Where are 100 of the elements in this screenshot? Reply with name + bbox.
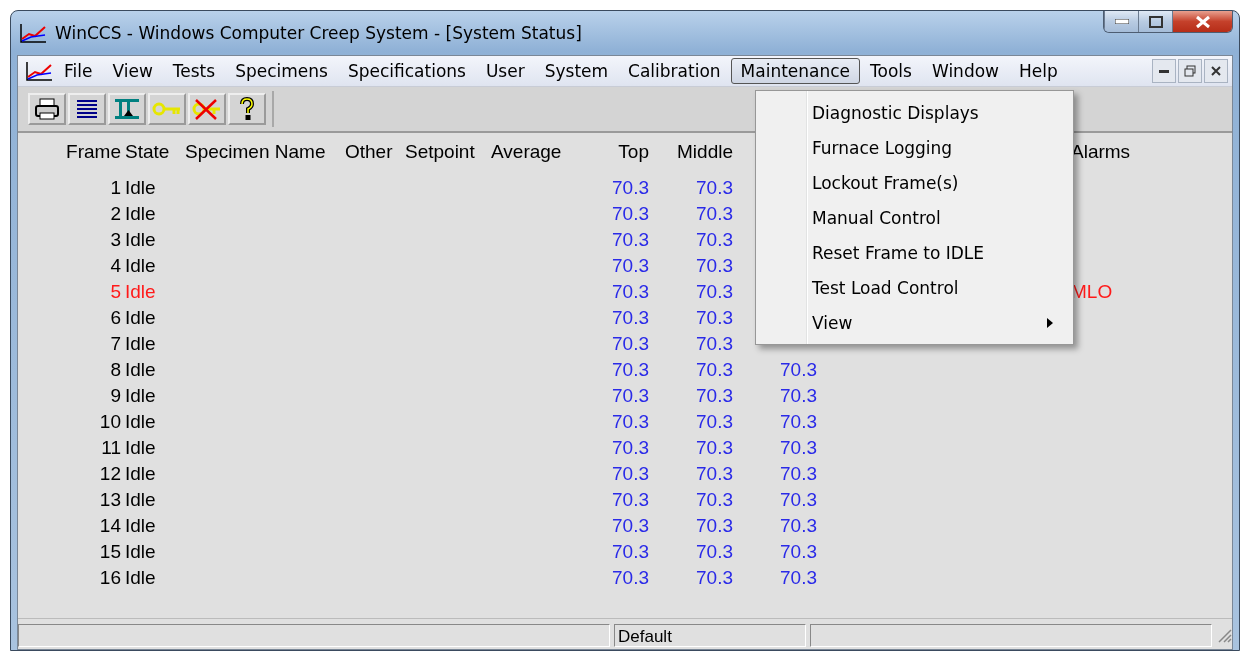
table-cell-text: 70.3 xyxy=(695,333,734,355)
table-cell-text: 70.3 xyxy=(611,385,650,407)
table-cell-text: Idle xyxy=(125,385,157,407)
table-cell-text: 70.3 xyxy=(611,255,650,277)
resize-grip-icon xyxy=(1216,627,1232,643)
table-cell-text: 70.3 xyxy=(611,203,650,225)
maximize-button[interactable] xyxy=(1138,11,1172,32)
table-cell-text: 70.3 xyxy=(695,463,734,485)
table-cell-text: 70.3 xyxy=(695,541,734,563)
table-cell-text: 70.3 xyxy=(611,281,650,303)
table-cell-text: 12 xyxy=(98,463,122,485)
menu-item[interactable]: Specifications xyxy=(337,58,476,84)
menu-item[interactable]: Calibration xyxy=(618,58,731,84)
table-cell-text: 70.3 xyxy=(611,515,650,537)
table-cell-text: Idle xyxy=(125,229,157,251)
table-cell-text: Idle xyxy=(125,411,157,433)
column-header: Average xyxy=(491,141,563,163)
test-frame-icon xyxy=(114,98,140,120)
close-icon xyxy=(1194,14,1211,29)
table-cell-text: Idle xyxy=(125,307,157,329)
printer-icon xyxy=(34,98,60,120)
menu-item[interactable]: Diagnostic Displays xyxy=(758,95,1071,130)
table-cell-text: Idle xyxy=(125,203,157,225)
table-cell-text: Idle xyxy=(125,255,157,277)
table-cell-text: 70.3 xyxy=(611,333,650,355)
menu-item[interactable]: Maintenance xyxy=(730,58,861,84)
key-icon xyxy=(152,100,182,118)
menu-item[interactable]: File xyxy=(54,58,103,84)
toolbar-button[interactable] xyxy=(228,93,266,125)
menu-item[interactable]: Help xyxy=(1009,58,1068,84)
table-cell-text: Idle xyxy=(125,437,157,459)
menu-item[interactable]: View xyxy=(758,305,1071,340)
table-cell-text: 70.3 xyxy=(611,411,650,433)
table-cell-text: 6 xyxy=(109,307,122,329)
table-cell-text: 11 xyxy=(100,437,122,459)
menu-item[interactable]: Window xyxy=(921,58,1009,84)
table-cell-text: 70.3 xyxy=(611,567,650,589)
table-cell-text: 70.3 xyxy=(779,489,818,511)
table-cell-text: 70.3 xyxy=(611,229,650,251)
status-panel: Default xyxy=(614,623,806,647)
menu-item[interactable]: Reset Frame to IDLE xyxy=(758,235,1071,270)
table-cell-text: Idle xyxy=(125,489,157,511)
table-cell-text: Idle xyxy=(125,463,157,485)
menu-item[interactable]: Specimens xyxy=(225,58,338,84)
maximize-icon xyxy=(1148,15,1163,28)
table-cell-text: 70.3 xyxy=(695,229,734,251)
menu-item[interactable]: Tools xyxy=(860,58,922,84)
table-cell-text: 70.3 xyxy=(695,281,734,303)
table-cell-text: 14 xyxy=(98,515,122,537)
table-cell-text: 70.3 xyxy=(779,437,818,459)
table-cell-text: 7 xyxy=(109,333,122,355)
menu-item[interactable]: System xyxy=(534,58,619,84)
chart-icon xyxy=(24,61,54,81)
column-header: Top xyxy=(617,141,650,163)
help-icon xyxy=(239,97,255,121)
menu-item[interactable]: Furnace Logging xyxy=(758,130,1071,165)
table-cell-text: 70.3 xyxy=(611,359,650,381)
table-cell-text: 5 xyxy=(109,281,122,303)
menu-item[interactable]: View xyxy=(102,58,163,84)
table-cell-text: 70.3 xyxy=(695,437,734,459)
table-cell-text: 70.3 xyxy=(695,385,734,407)
column-header: State xyxy=(125,141,171,163)
table-cell-text: 70.3 xyxy=(695,515,734,537)
menu-item[interactable]: Manual Control xyxy=(758,200,1071,235)
column-header: Specimen Name xyxy=(185,141,327,163)
table-cell-text: 70.3 xyxy=(695,307,734,329)
table-cell-text: 70.3 xyxy=(779,463,818,485)
table-cell-text: 1 xyxy=(109,177,122,199)
close-icon xyxy=(1211,66,1221,76)
close-button[interactable] xyxy=(1172,11,1232,32)
toolbar-button[interactable] xyxy=(108,93,146,125)
close-button[interactable] xyxy=(1204,59,1228,83)
submenu-arrow-icon xyxy=(1047,317,1053,328)
table-cell-text: 70.3 xyxy=(611,307,650,329)
menu-item[interactable]: Lockout Frame(s) xyxy=(758,165,1071,200)
table-cell-text: Idle xyxy=(125,333,157,355)
table-cell-text: 70.3 xyxy=(611,489,650,511)
menu-item[interactable]: Tests xyxy=(162,58,226,84)
table-cell-text: 70.3 xyxy=(695,567,734,589)
table-cell-text: 9 xyxy=(109,385,122,407)
table-cell-text: 70.3 xyxy=(695,411,734,433)
toolbar-button[interactable] xyxy=(68,93,106,125)
table-cell-text: Idle xyxy=(125,541,157,563)
window-title: WinCCS - Windows Computer Creep System - [System Status] xyxy=(55,23,582,43)
column-header: Setpoint xyxy=(405,141,476,163)
menu-item[interactable]: Test Load Control xyxy=(758,270,1071,305)
table-cell-text: 70.3 xyxy=(779,359,818,381)
toolbar-button[interactable] xyxy=(28,93,66,125)
minimize-button[interactable] xyxy=(1152,59,1176,83)
key-crossed-icon xyxy=(192,98,222,120)
table-cell-text: 70.3 xyxy=(611,437,650,459)
table-cell-text: 70.3 xyxy=(779,385,818,407)
menu-item[interactable]: User xyxy=(475,58,535,84)
column-header: Other xyxy=(345,141,394,163)
table-cell-text: 70.3 xyxy=(695,255,734,277)
table-cell-text: 70.3 xyxy=(779,541,818,563)
table-cell-text: Idle xyxy=(125,359,157,381)
minimize-icon xyxy=(1159,69,1169,73)
table-cell-text: 70.3 xyxy=(695,203,734,225)
table-cell-text: Idle xyxy=(125,281,157,303)
